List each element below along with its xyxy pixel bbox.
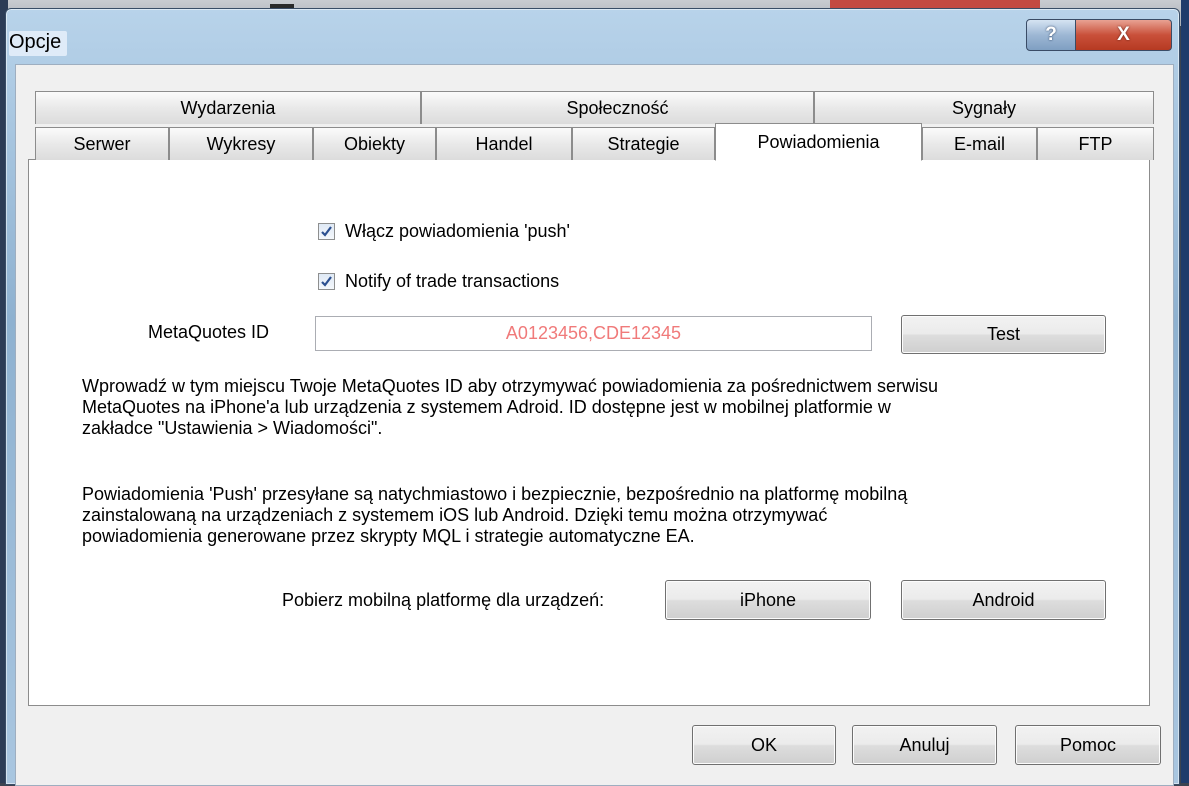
help-title-button[interactable]: ? (1026, 19, 1076, 51)
tab-powiadomienia[interactable]: Powiadomienia (715, 123, 922, 161)
tab-spolecznosc[interactable]: Społeczność (421, 91, 814, 124)
metaquotes-id-value: A0123456,CDE12345 (505, 323, 682, 343)
button-label: Android (972, 589, 1035, 610)
help-button[interactable]: Pomoc (1015, 725, 1161, 765)
tab-label: FTP (1078, 133, 1113, 154)
tab-obiekty[interactable]: Obiekty (313, 127, 436, 160)
enable-push-label: Włącz powiadomienia 'push' (345, 221, 570, 241)
ok-button[interactable]: OK (692, 725, 836, 765)
tab-label: E-mail (953, 133, 1005, 154)
info-text-line-2: MetaQuotes na iPhone'a lub urządzenia z … (82, 397, 891, 417)
tab-label: Powiadomienia (757, 131, 880, 152)
button-label: OK (750, 734, 777, 755)
tab-label: Serwer (73, 133, 131, 154)
tab-handel[interactable]: Handel (436, 127, 572, 160)
close-button[interactable]: X (1075, 19, 1172, 51)
tab-label: Wydarzenia (180, 97, 276, 118)
tab-sygnaly[interactable]: Sygnały (814, 91, 1154, 124)
checkmark-icon (321, 276, 332, 287)
tab-wydarzenia[interactable]: Wydarzenia (35, 91, 421, 124)
tab-ftp[interactable]: FTP (1037, 127, 1154, 160)
info-text-line-1: Wprowadź w tym miejscu Twoje MetaQuotes … (82, 376, 938, 396)
iphone-button[interactable]: iPhone (665, 580, 871, 620)
notify-trade-label: Notify of trade transactions (345, 271, 560, 291)
cancel-button[interactable]: Anuluj (852, 725, 997, 765)
dialog-title: Opcje (9, 31, 68, 56)
tab-label: Wykresy (206, 133, 276, 154)
background-right-edge (1181, 0, 1189, 783)
push-text-line-1: Powiadomienia 'Push' przesyłane są natyc… (82, 484, 908, 504)
tab-label: Sygnały (951, 97, 1017, 118)
button-label: Pomoc (1059, 734, 1117, 755)
button-label: Anuluj (899, 734, 950, 755)
push-text-line-3: powiadomienia generowane przez skrypty M… (82, 526, 695, 546)
download-label: Pobierz mobilną platformę dla urządzeń: (282, 590, 605, 610)
button-label: iPhone (739, 589, 797, 610)
tab-label: Handel (475, 133, 533, 154)
push-text-line-2: zainstalowaną na urządzeniach z systemem… (82, 505, 828, 525)
checkmark-icon (321, 226, 332, 237)
tab-wykresy[interactable]: Wykresy (169, 127, 313, 160)
tab-email[interactable]: E-mail (922, 127, 1037, 160)
metaquotes-id-input[interactable]: A0123456,CDE12345 (315, 316, 872, 351)
button-label: Test (986, 324, 1020, 344)
android-button[interactable]: Android (901, 580, 1106, 620)
notify-trade-checkbox[interactable] (318, 273, 335, 290)
tab-label: Społeczność (566, 97, 669, 118)
metaquotes-id-label: MetaQuotes ID (148, 322, 270, 342)
title-bar[interactable]: Opcje ? X (6, 9, 1179, 69)
question-icon: ? (1045, 24, 1057, 45)
enable-push-checkbox[interactable] (318, 223, 335, 240)
tab-label: Obiekty (343, 133, 406, 154)
info-text-line-3: zakładce "Ustawienia > Wiadomości". (82, 418, 383, 438)
close-icon: X (1117, 24, 1130, 45)
tab-serwer[interactable]: Serwer (35, 127, 169, 160)
test-button[interactable]: Test (901, 315, 1106, 354)
tab-strategie[interactable]: Strategie (572, 127, 715, 160)
tab-label: Strategie (607, 133, 680, 154)
